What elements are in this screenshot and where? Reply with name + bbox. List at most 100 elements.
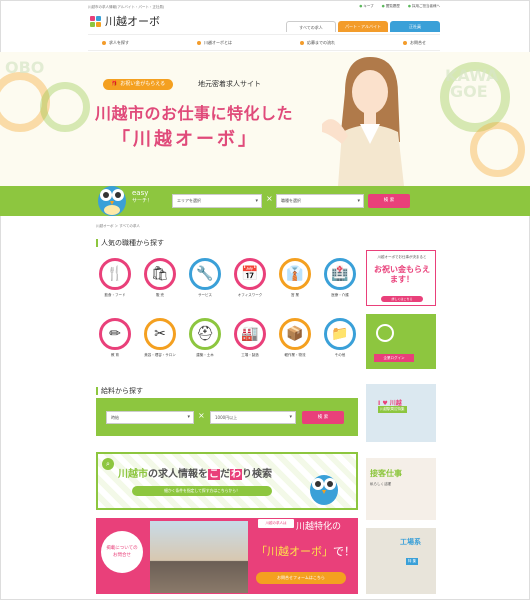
- bonus-main: お祝い金もらえます！: [374, 265, 430, 284]
- category-item[interactable]: 🛍 販 売: [141, 258, 179, 298]
- salary-search-button[interactable]: 検 索: [302, 411, 344, 424]
- category-label: 美容・理容・サロン: [144, 353, 176, 357]
- title-part: こ: [208, 469, 220, 480]
- category-item[interactable]: 📁 その他: [321, 318, 359, 358]
- category-label: その他: [334, 353, 346, 357]
- employer-link[interactable]: 採用ご担当者様へ: [408, 4, 440, 9]
- title-part: 川越市: [118, 469, 148, 480]
- category-icon: ⛑: [189, 318, 221, 350]
- hero-banner: OBO KAWA GOE 🎁 お祝い金がもらえる 地元密着求人サイト 川越市のお…: [0, 52, 530, 186]
- detail-search-title: 川越市の求人情報をこだわり検索: [118, 465, 272, 480]
- category-item[interactable]: 🔧 サービス: [186, 258, 224, 298]
- category-item[interactable]: 📦 軽作業・物流: [276, 318, 314, 358]
- header-tagline: 川越市の求人情報(アルバイト・パート・正社員): [88, 5, 165, 9]
- category-item[interactable]: 🏭 工場・製造: [231, 318, 269, 358]
- pay-type-select[interactable]: 時給: [106, 411, 194, 424]
- nav-label: 応募までの流れ: [307, 39, 335, 45]
- company-login-banner[interactable]: 企業ログイン: [366, 314, 436, 369]
- categories-heading: 人気の職種から探す: [96, 238, 164, 248]
- gift-icon: 🎁: [111, 81, 118, 87]
- category-item[interactable]: 🏥 医療・介護: [321, 258, 359, 298]
- category-label: 飲食・フード: [104, 293, 126, 297]
- contact-form-button[interactable]: お問合せフォームはこちら: [256, 572, 346, 584]
- category-icon: 🏭: [234, 318, 266, 350]
- bonus-badge: 🎁 お祝い金がもらえる: [103, 79, 174, 90]
- title-part: わ: [230, 469, 242, 480]
- category-label: 教 育: [110, 353, 120, 357]
- category-icon: 🔧: [189, 258, 221, 290]
- company-login-label: 企業ログイン: [374, 354, 414, 362]
- nav-item-contact[interactable]: お問合せ: [403, 40, 426, 46]
- headline-part: 「川越オーボ」: [256, 545, 333, 558]
- bonus-details-button[interactable]: 詳しくはこちら: [381, 296, 423, 302]
- nav-item-flow[interactable]: 応募までの流れ: [300, 40, 335, 46]
- breadcrumb: 川越オーボ ＞ すべての求人: [96, 224, 140, 228]
- category-icon: 📅: [234, 258, 266, 290]
- category-icon: 👔: [279, 258, 311, 290]
- nav-item-about[interactable]: 川越オーボとは: [197, 40, 232, 46]
- feature-factory-banner[interactable]: 工場系 特 集: [366, 528, 436, 594]
- category-item[interactable]: ⛑ 建築・土木: [186, 318, 224, 358]
- times-icon: ×: [266, 194, 273, 203]
- category-label: 軽作業・物流: [284, 353, 306, 357]
- feature-title: 接客仕事: [370, 469, 402, 478]
- category-icon: 📁: [324, 318, 356, 350]
- category-icon: 🛍: [144, 258, 176, 290]
- job-type-tabs: すべての求人 パート・アルバイト 正社員: [286, 21, 440, 32]
- category-item[interactable]: 📅 オフィスワーク: [231, 258, 269, 298]
- badge-label: お祝い金がもらえる: [120, 81, 166, 87]
- header-links: キープ 閲覧履歴 採用ご担当者様へ: [359, 4, 440, 9]
- feature-station-banner[interactable]: I ♥ 川越 川越駅周辺特集: [366, 384, 436, 442]
- contact-headline-1: 川越特化の: [296, 522, 342, 532]
- shield-icon: [197, 40, 201, 45]
- feature-customer-service-banner[interactable]: 接客仕事 私らしく活躍: [366, 458, 436, 520]
- detail-search-subtitle: 細かく条件を指定して探す方はこちらから！: [132, 486, 272, 496]
- global-nav: 求人を探す 川越オーボとは 応募までの流れ お問合せ: [88, 34, 440, 51]
- keep-link[interactable]: キープ: [359, 4, 373, 9]
- bg-word: OBO: [5, 58, 45, 77]
- category-item[interactable]: 👔 営 業: [276, 258, 314, 298]
- category-icon: 🏥: [324, 258, 356, 290]
- hero-title-line2: 「川越オーボ」: [112, 129, 259, 150]
- pay-amount-select[interactable]: 1000円以上: [210, 411, 296, 424]
- bg-ring-decoration: [470, 122, 525, 177]
- easy-search-label: easy サーチ！: [132, 190, 152, 205]
- category-label: 医療・介護: [331, 293, 349, 297]
- category-item[interactable]: ✂ 美容・理容・サロン: [141, 318, 179, 358]
- easy-subtitle: サーチ！: [132, 198, 153, 204]
- nav-label: 川越オーボとは: [204, 39, 232, 45]
- category-item[interactable]: 🍴 飲食・フード: [96, 258, 134, 298]
- nav-item-search[interactable]: 求人を探す: [102, 40, 129, 46]
- quick-search-button[interactable]: 検 索: [368, 194, 410, 208]
- bonus-banner[interactable]: 川越オーボでお仕事が決まると お祝い金もらえます！ 詳しくはこちら: [366, 250, 436, 306]
- contact-tag: 川越の求人は: [258, 519, 294, 528]
- feature-subtitle: 川越駅周辺特集: [378, 406, 407, 413]
- job-type-select[interactable]: 職種を選択: [276, 194, 364, 208]
- site-logo[interactable]: 川越オーボ: [90, 13, 160, 29]
- category-icon: 🍴: [99, 258, 131, 290]
- tab-all[interactable]: すべての求人: [286, 21, 336, 32]
- search-icon: [102, 40, 106, 45]
- hero-title-line1: 川越市のお仕事に特化した: [95, 104, 294, 123]
- feature-title: 工場系: [400, 538, 421, 546]
- salary-heading: 給料から探す: [96, 386, 143, 396]
- mail-icon: [403, 40, 407, 45]
- times-icon: ×: [198, 411, 205, 420]
- feature-subtitle: 特 集: [406, 558, 419, 565]
- circle-line: 掲載についての: [106, 546, 138, 551]
- logo-text: 川越オーボ: [105, 15, 160, 28]
- title-part: だ: [220, 469, 230, 480]
- easy-title: easy: [132, 189, 149, 197]
- history-link[interactable]: 閲覧履歴: [382, 4, 400, 9]
- area-select[interactable]: エリアを選択: [172, 194, 262, 208]
- category-label: 建築・土木: [196, 353, 214, 357]
- tab-part-time[interactable]: パート・アルバイト: [338, 21, 388, 32]
- tab-full-time[interactable]: 正社員: [390, 21, 440, 32]
- bg-ring-decoration: [40, 82, 90, 132]
- woman-illustration: [322, 57, 404, 186]
- nav-label: 求人を探す: [109, 39, 129, 45]
- category-item[interactable]: ✏ 教 育: [96, 318, 134, 358]
- bonus-top: 川越オーボでお仕事が決まると: [377, 255, 427, 259]
- site-header: 川越市の求人情報(アルバイト・パート・正社員) 川越オーボ キープ 閲覧履歴 採…: [88, 0, 440, 32]
- category-icon: ✏: [99, 318, 131, 350]
